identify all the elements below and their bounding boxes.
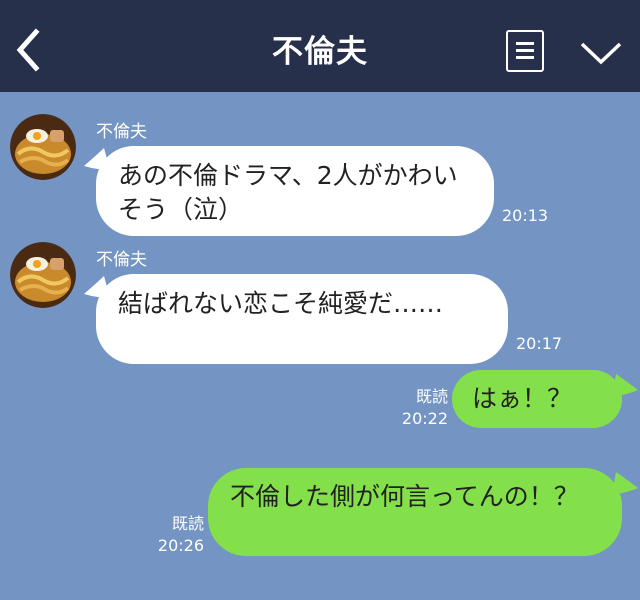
read-label: 既読 [415,387,448,406]
read-label: 既読 [171,514,204,533]
message-time: 20:17 [516,334,563,353]
menu-icon[interactable] [506,30,544,72]
message-time: 20:22 [401,409,448,428]
chevron-down-icon[interactable] [578,36,624,70]
message-bubble[interactable]: 不倫した側が何言ってんの！？ [208,468,622,556]
message-read-status: 既読 20:22 [396,386,448,430]
sender-name: 不倫夫 [96,250,147,270]
message-bubble[interactable]: 結ばれない恋こそ純愛だ…… [96,274,508,364]
avatar[interactable] [10,242,76,308]
message-time: 20:13 [502,206,549,225]
message-bubble[interactable]: あの不倫ドラマ、2人がかわいそう（泣） [96,146,494,236]
chat-title: 不倫夫 [272,34,368,70]
message-time: 20:26 [157,536,204,555]
bubble-tail [612,472,638,494]
sender-name: 不倫夫 [96,122,147,142]
avatar[interactable] [10,114,76,180]
bubble-tail [612,374,638,396]
message-read-status: 既読 20:26 [152,513,204,557]
message-bubble[interactable]: はぁ！？ [452,370,622,428]
chat-header: 不倫夫 [0,0,640,92]
